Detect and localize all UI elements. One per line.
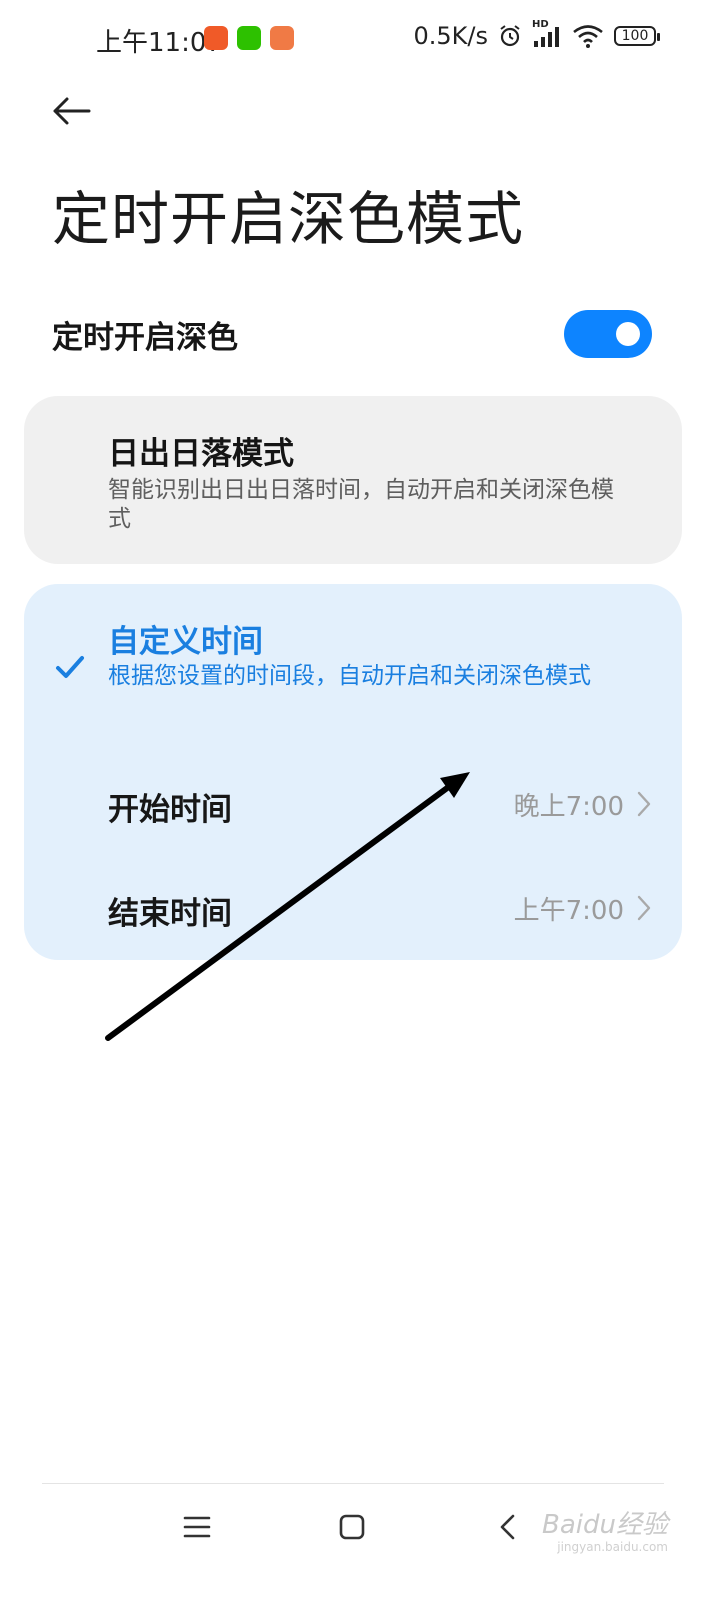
- dark-mode-schedule-row[interactable]: 定时开启深色: [52, 300, 656, 370]
- arrow-left-icon: [53, 97, 91, 125]
- start-time-row[interactable]: 开始时间 晚上7:00: [24, 758, 682, 848]
- dark-mode-schedule-toggle[interactable]: [564, 310, 652, 358]
- watermark-logo: Baidu经验: [542, 1510, 668, 1540]
- toggle-knob: [616, 322, 640, 346]
- custom-time-description: 根据您设置的时间段，自动开启和关闭深色模式: [108, 663, 591, 689]
- page-title: 定时开启深色模式: [52, 185, 525, 253]
- orange-app-icon: [270, 26, 294, 50]
- signal-icon: HD: [532, 19, 562, 49]
- watermark-url: jingyan.baidu.com: [557, 1540, 668, 1554]
- dark-mode-schedule-label: 定时开启深色: [52, 320, 238, 356]
- end-time-value: 上午7:00: [513, 896, 624, 926]
- start-time-label: 开始时间: [108, 792, 232, 828]
- custom-time-title: 自定义时间: [108, 624, 263, 660]
- end-time-row[interactable]: 结束时间 上午7:00: [24, 862, 682, 952]
- wechat-app-icon: [237, 26, 261, 50]
- square-icon: [339, 1514, 365, 1540]
- sunrise-sunset-title: 日出日落模式: [108, 436, 294, 472]
- checkmark-icon: [56, 656, 84, 678]
- chevron-right-icon: [637, 895, 651, 921]
- battery-level: 100: [621, 28, 649, 44]
- back-button[interactable]: [46, 88, 96, 134]
- nav-divider: [42, 1483, 664, 1484]
- sunrise-sunset-description: 智能识别出日出日落时间，自动开启和关闭深色模式: [108, 477, 614, 532]
- start-time-value: 晚上7:00: [513, 792, 624, 822]
- end-time-label: 结束时间: [108, 896, 232, 932]
- alarm-icon: [500, 25, 520, 47]
- battery-icon: 100: [614, 26, 660, 46]
- custom-time-card: 自定义时间 根据您设置的时间段，自动开启和关闭深色模式 开始时间 晚上7:00 …: [24, 584, 682, 960]
- back-nav-button[interactable]: [482, 1502, 532, 1552]
- chevron-left-icon: [500, 1514, 515, 1540]
- menu-button[interactable]: [172, 1502, 222, 1552]
- sunrise-sunset-option[interactable]: 日出日落模式 智能识别出日出日落时间，自动开启和关闭深色模式: [24, 396, 682, 564]
- chevron-right-icon: [637, 791, 651, 817]
- network-speed: 0.5K/s: [413, 22, 489, 50]
- custom-time-option[interactable]: 自定义时间 根据您设置的时间段，自动开启和关闭深色模式: [24, 584, 682, 744]
- wifi-icon: [573, 25, 603, 48]
- menu-icon: [183, 1516, 211, 1538]
- taobao-app-icon: [204, 26, 228, 50]
- status-indicators: 0.5K/s HD 100: [413, 19, 660, 50]
- home-button[interactable]: [327, 1502, 377, 1552]
- status-bar: 上午11:07 0.5K/s HD 100: [0, 0, 720, 80]
